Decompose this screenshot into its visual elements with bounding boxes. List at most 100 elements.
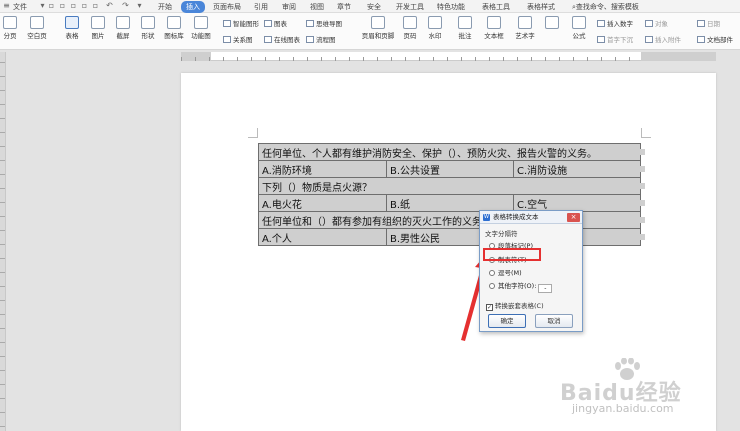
preview-icon[interactable]: ▫: [80, 1, 89, 10]
menu-security[interactable]: 安全: [367, 2, 381, 12]
attachment-button[interactable]: 插入附件: [645, 34, 681, 44]
table-cell[interactable]: C.消防设施: [513, 160, 641, 178]
page-number-button[interactable]: 页码: [400, 13, 420, 40]
wordart-button[interactable]: 艺术字: [512, 13, 538, 40]
redo-icon[interactable]: ↷: [121, 1, 130, 10]
margin-corner-right: [641, 128, 651, 138]
attachment-icon: [645, 36, 653, 43]
menu-table-tools[interactable]: 表格工具: [482, 2, 510, 12]
menu-review[interactable]: 审阅: [282, 2, 296, 12]
formula-button[interactable]: 公式: [567, 13, 591, 40]
print-icon[interactable]: ▫: [69, 1, 78, 10]
table-cell[interactable]: B.公共设置: [386, 160, 514, 178]
table-cell[interactable]: A.个人: [258, 228, 387, 246]
page-number-icon: [403, 16, 417, 29]
undo-icon[interactable]: ↶: [105, 1, 114, 10]
table-cell[interactable]: 任何单位、个人都有维护消防安全、保护（）、预防火灾、报告火警的义务。: [258, 143, 641, 161]
wordart-icon: [518, 16, 532, 29]
table-icon: [65, 16, 79, 29]
flowchart-icon: [306, 36, 314, 43]
cancel-button[interactable]: 取消: [535, 314, 573, 328]
menu-developer[interactable]: 开发工具: [396, 2, 424, 12]
insert-number-icon: [597, 20, 605, 27]
menu-home[interactable]: 开始: [158, 2, 172, 12]
symbol-button[interactable]: [542, 13, 562, 30]
picture-icon: [91, 16, 105, 29]
option-comma[interactable]: 逗号(M): [489, 267, 522, 277]
menu-table-style[interactable]: 表格样式: [527, 2, 555, 12]
menu-file[interactable]: 文件: [13, 2, 27, 12]
table-cell[interactable]: C.空气: [513, 194, 641, 212]
table-cell[interactable]: A.电火花: [258, 194, 387, 212]
doc-parts-button[interactable]: 文档部件: [697, 34, 733, 44]
menu-icon[interactable]: ≡: [2, 1, 11, 10]
ruler-ticks: [181, 52, 716, 61]
online-chart-button[interactable]: 在线图表: [264, 34, 300, 44]
save-icon[interactable]: ▫: [47, 1, 56, 10]
dropdown-icon[interactable]: ▾: [38, 1, 47, 10]
row-end-marker: [640, 166, 645, 172]
relation-chart-button[interactable]: 关系图: [223, 34, 253, 44]
shape-button[interactable]: 形状: [138, 13, 158, 40]
row-end-marker: [640, 149, 645, 155]
option-other-char[interactable]: 其他字符(O): -: [489, 280, 553, 293]
margin-corner-left: [248, 128, 258, 138]
nested-table-checkbox[interactable]: ✓ 转换嵌套表格(C): [486, 300, 544, 311]
flowchart-button[interactable]: 流程图: [306, 34, 336, 44]
page-break-button[interactable]: 分页: [1, 13, 19, 40]
symbol-icon: [545, 16, 559, 29]
table-row: A.个人 B.男性公民: [258, 228, 641, 246]
table-row: 任何单位、个人都有维护消防安全、保护（）、预防火灾、报告火警的义务。: [258, 143, 641, 161]
menu-features[interactable]: 特色功能: [437, 2, 465, 12]
dropcap-button[interactable]: 首字下沉: [597, 34, 633, 44]
table-cell[interactable]: B.纸: [386, 194, 514, 212]
ok-button[interactable]: 确定: [488, 314, 526, 328]
watermark-url: jingyan.baidu.com: [572, 402, 674, 415]
menu-insert[interactable]: 插入: [181, 1, 205, 13]
close-icon[interactable]: ×: [567, 213, 580, 222]
menu-references[interactable]: 引用: [254, 2, 268, 12]
menu-view[interactable]: 视图: [310, 2, 324, 12]
table-cell[interactable]: 下列（）物质是点火源？: [258, 177, 641, 195]
mind-map-button[interactable]: 思维导图: [306, 18, 342, 28]
menu-section[interactable]: 章节: [337, 2, 351, 12]
comment-button[interactable]: 批注: [455, 13, 475, 40]
mind-map-icon: [306, 20, 314, 27]
object-button[interactable]: 对象: [645, 18, 668, 28]
quiz-table[interactable]: 任何单位、个人都有维护消防安全、保护（）、预防火灾、报告火警的义务。 A.消防环…: [258, 143, 641, 246]
table-cell[interactable]: 任何单位和（）都有参加有组织的灭火工作的义务。: [258, 211, 641, 229]
blank-page-button[interactable]: 空白页: [24, 13, 50, 40]
dropcap-icon: [597, 36, 605, 43]
textbox-button[interactable]: 文本框: [482, 13, 506, 40]
row-end-marker: [640, 183, 645, 189]
date-icon: [697, 20, 705, 27]
screenshot-button[interactable]: 截屏: [113, 13, 133, 40]
table-cell[interactable]: A.消防环境: [258, 160, 387, 178]
more-icon[interactable]: ▾: [135, 1, 144, 10]
insert-number-button[interactable]: 插入数字: [597, 18, 633, 28]
other-char-input[interactable]: -: [538, 284, 553, 293]
online-chart-icon: [264, 36, 272, 43]
chart-button[interactable]: 图表: [264, 18, 287, 28]
checkmark-icon: ✓: [486, 304, 493, 311]
icon-library-button[interactable]: 图标库: [162, 13, 186, 40]
picture-button[interactable]: 图片: [88, 13, 108, 40]
comment-icon: [458, 16, 472, 29]
export-icon[interactable]: ▫: [58, 1, 67, 10]
header-footer-button[interactable]: 页眉和页脚: [360, 13, 396, 40]
search-command[interactable]: ⌕查找命令、搜索模板: [572, 2, 639, 12]
smart-shape-button[interactable]: 智能图形: [223, 18, 259, 28]
menu-page-layout[interactable]: 页面布局: [213, 2, 241, 12]
watermark-button[interactable]: 水印: [425, 13, 445, 40]
screenshot-icon: [116, 16, 130, 29]
date-button[interactable]: 日期: [697, 18, 720, 28]
watermark-icon: [428, 16, 442, 29]
page-break-icon: [3, 16, 17, 29]
row-end-marker: [640, 217, 645, 223]
table-button[interactable]: 表格: [62, 13, 82, 40]
radio-icon: [489, 270, 495, 276]
table-row: 下列（）物质是点火源？: [258, 177, 641, 195]
function-chart-button[interactable]: 功能图: [189, 13, 213, 40]
format-painter-icon[interactable]: ▫: [91, 1, 100, 10]
row-end-marker: [640, 234, 645, 240]
